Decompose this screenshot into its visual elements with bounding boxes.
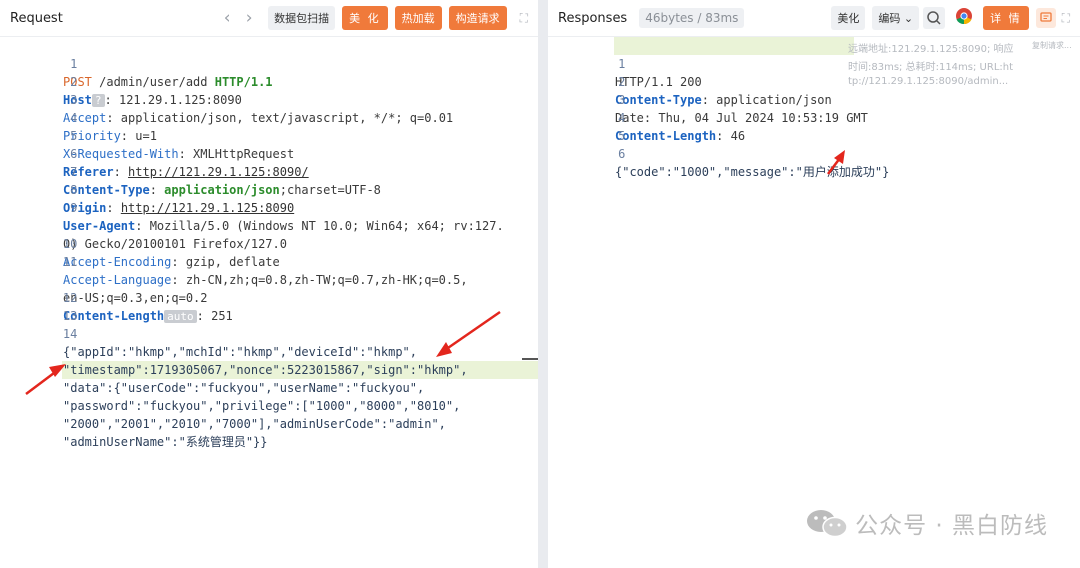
request-pane: Request ‹ › 数据包扫描 美 化 热加载 构造请求 ⛶ 1 POST … xyxy=(0,0,538,568)
arrow-icon xyxy=(827,150,845,175)
annotation-arrows xyxy=(827,150,845,175)
response-pane: Responses 46bytes / 83ms 美化 编码 ⌄ 详 情 ⛶ 1… xyxy=(548,0,1080,568)
watermark: 公众号 · 黑白防线 xyxy=(805,506,1048,540)
arrow-icon xyxy=(25,364,66,395)
wechat-icon xyxy=(807,510,848,538)
annotation-arrows xyxy=(25,310,501,395)
arrow-icon xyxy=(436,310,501,357)
